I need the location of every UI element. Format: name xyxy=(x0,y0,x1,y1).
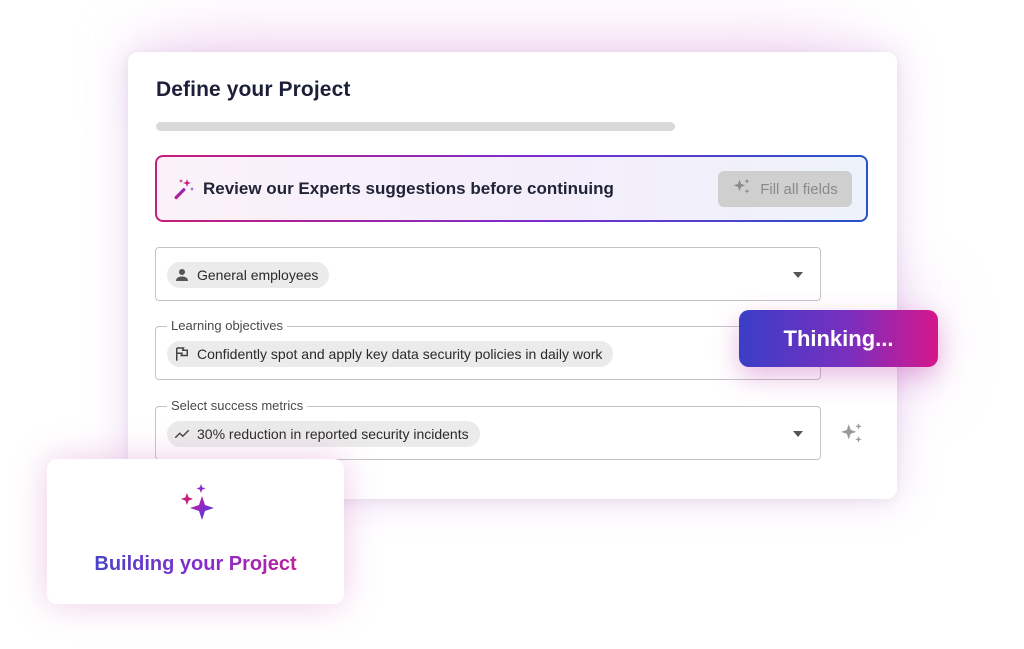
fill-all-fields-button[interactable]: Fill all fields xyxy=(718,171,852,207)
metric-chip[interactable]: 30% reduction in reported security incid… xyxy=(167,421,480,447)
thinking-badge: Thinking... xyxy=(739,310,938,367)
page-title: Define your Project xyxy=(156,78,351,101)
flag-icon xyxy=(176,347,188,361)
objective-chip[interactable]: Confidently spot and apply key data secu… xyxy=(167,341,614,367)
success-metrics-select[interactable]: Select success metrics 30% reduction in … xyxy=(155,398,821,460)
progress-bar xyxy=(156,122,675,131)
metric-chip-label: 30% reduction in reported security incid… xyxy=(197,426,469,442)
magic-wand-icon xyxy=(171,177,195,201)
fill-all-fields-label: Fill all fields xyxy=(760,180,838,198)
audience-select[interactable]: General employees xyxy=(155,247,821,301)
expert-suggestions-banner: Review our Experts suggestions before co… xyxy=(155,155,868,222)
audience-chip-label: General employees xyxy=(197,267,319,283)
audience-chip[interactable]: General employees xyxy=(167,262,330,288)
sparkles-icon[interactable] xyxy=(839,421,865,447)
define-project-card: Define your Project Review our Experts s… xyxy=(128,52,897,499)
sparkles-icon xyxy=(732,177,752,201)
building-project-text: Building your Project xyxy=(47,553,344,576)
chevron-down-icon[interactable] xyxy=(793,431,803,437)
learning-objectives-field[interactable]: Learning objectives Confidently spot and… xyxy=(155,318,821,380)
learning-objectives-label: Learning objectives xyxy=(167,318,288,333)
banner-text: Review our Experts suggestions before co… xyxy=(203,179,614,198)
chevron-down-icon[interactable] xyxy=(793,272,803,278)
trend-line-icon xyxy=(174,429,190,439)
objective-chip-label: Confidently spot and apply key data secu… xyxy=(197,346,603,362)
sparkles-gradient-icon xyxy=(178,483,216,525)
building-project-card: Building your Project xyxy=(47,459,344,604)
success-metrics-label: Select success metrics xyxy=(167,398,308,413)
person-icon xyxy=(176,269,188,281)
